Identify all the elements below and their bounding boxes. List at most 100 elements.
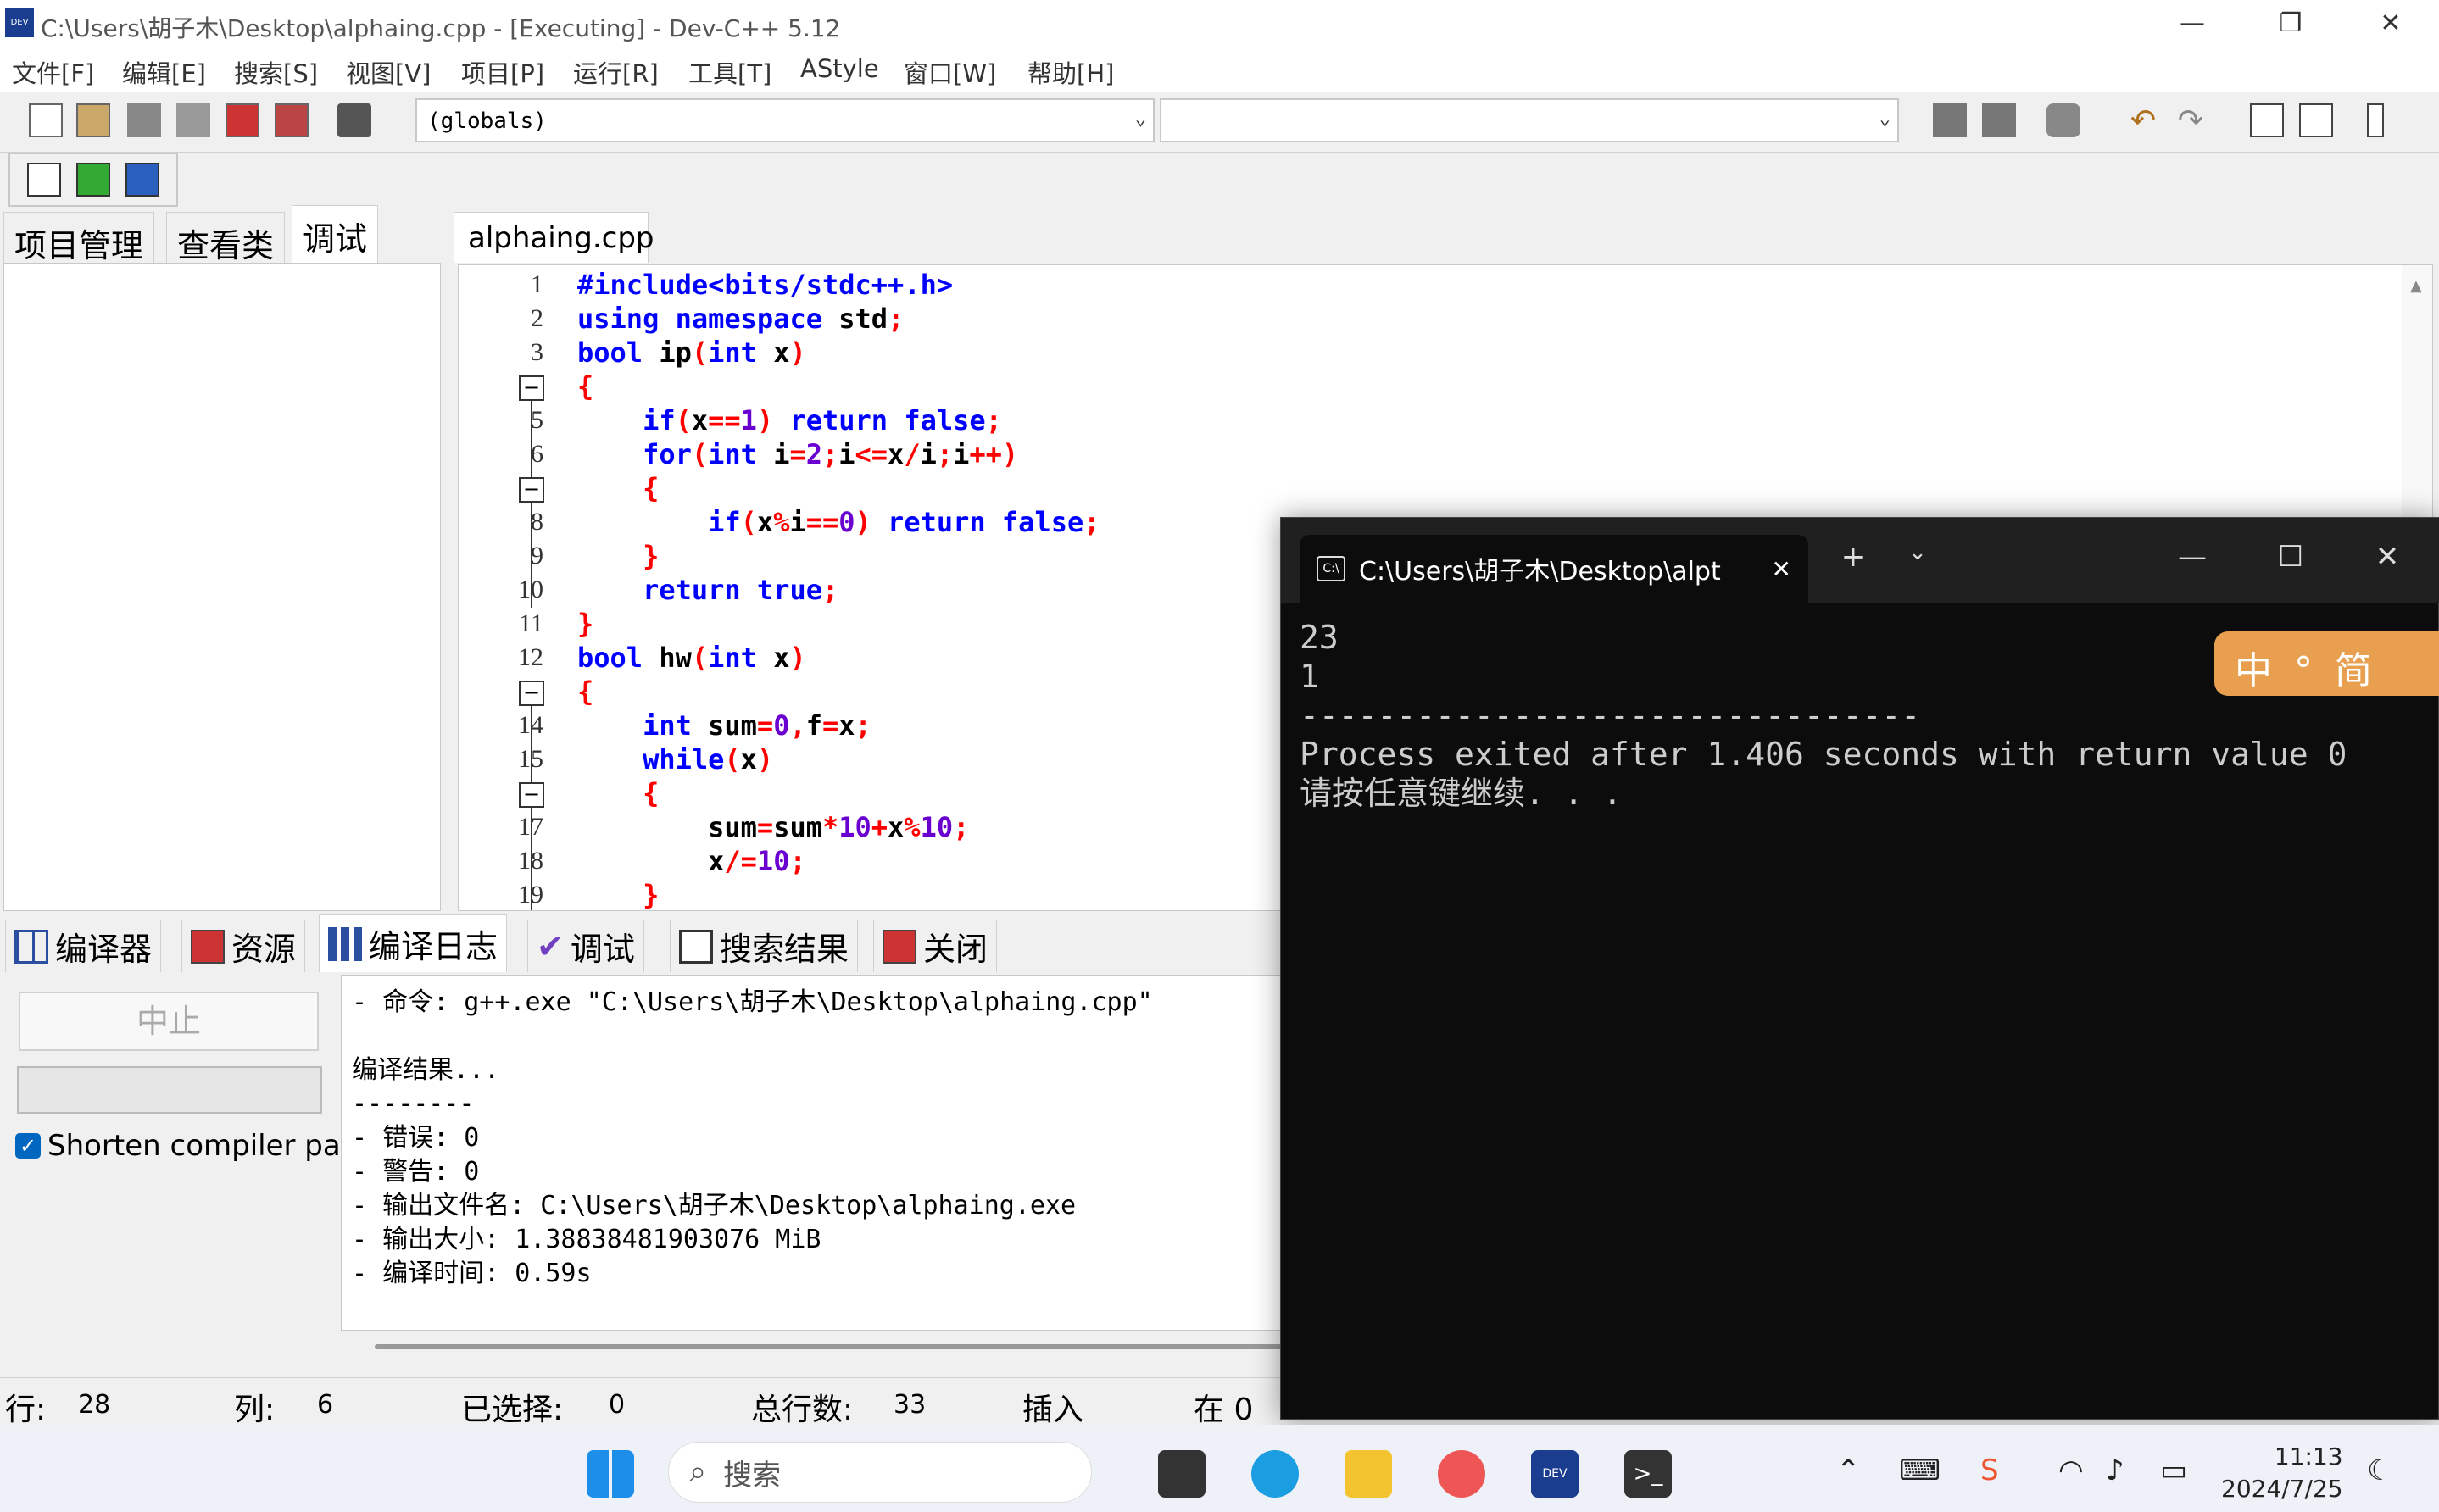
line-number: 14: [493, 711, 543, 740]
edge-icon[interactable]: [1251, 1450, 1299, 1498]
terminal-taskbar-icon[interactable]: >_: [1624, 1450, 1672, 1498]
indent-icon[interactable]: [2367, 103, 2384, 137]
stop-button[interactable]: 中止: [19, 992, 319, 1051]
file-explorer-icon[interactable]: [1345, 1450, 1392, 1498]
tab-debug[interactable]: 调试: [292, 205, 379, 263]
menu-bar: 文件[F] 编辑[E] 搜索[S] 视图[V] 项目[P] 运行[R] 工具[T…: [0, 49, 2439, 92]
terminal-minimize-icon[interactable]: —: [2171, 540, 2213, 574]
save-all-icon[interactable]: [176, 103, 210, 137]
wifi-icon[interactable]: ◠: [2058, 1454, 2084, 1487]
status-total-label: 总行数:: [751, 1392, 854, 1427]
keyboard-icon[interactable]: ⌨: [1899, 1454, 1941, 1487]
fold-toggle-icon[interactable]: −: [519, 477, 544, 503]
line-number: 19: [493, 881, 543, 909]
fold-toggle-icon[interactable]: −: [519, 782, 544, 808]
line-number: 17: [493, 813, 543, 842]
menu-view[interactable]: 视图[V]: [346, 54, 431, 90]
bar-chart-icon: [328, 926, 362, 961]
new-project-icon[interactable]: [27, 163, 61, 197]
menu-project[interactable]: 项目[P]: [461, 54, 544, 90]
bookmark-icon[interactable]: [1933, 103, 1967, 137]
scroll-up-icon[interactable]: ▲: [2410, 277, 2422, 295]
tab-debug-bottom[interactable]: ✔ 调试: [527, 920, 644, 972]
open-file-icon[interactable]: [76, 103, 110, 137]
fold-toggle-icon[interactable]: −: [519, 681, 544, 706]
save-icon[interactable]: [127, 103, 161, 137]
close-button[interactable]: ✕: [2365, 7, 2416, 41]
bookmark-next-icon[interactable]: [1982, 103, 2016, 137]
shorten-paths-checkbox[interactable]: ✓ Shorten compiler pat: [15, 1129, 352, 1163]
menu-window[interactable]: 窗口[W]: [904, 54, 996, 90]
devcpp-icon[interactable]: DEV: [1531, 1450, 1579, 1498]
menu-file[interactable]: 文件[F]: [12, 54, 94, 90]
search-icon: ⌕: [689, 1454, 707, 1489]
tab-compiler[interactable]: 编译器: [5, 920, 162, 972]
code-line: {: [643, 777, 660, 809]
status-row-value: 28: [78, 1390, 111, 1420]
code-line: if(x%i==0) return false;: [708, 506, 1100, 538]
status-row-label: 行:: [5, 1392, 47, 1427]
replace-icon[interactable]: [2299, 103, 2333, 137]
add-to-project-icon[interactable]: [76, 163, 110, 197]
undo-icon[interactable]: ↶: [2126, 103, 2160, 138]
terminal-maximize-icon[interactable]: ☐: [2269, 540, 2312, 574]
terminal-tab[interactable]: C:\ C:\Users\胡子木\Desktop\alpt ✕: [1300, 535, 1808, 603]
shorten-paths-label: Shorten compiler pat: [47, 1129, 353, 1163]
menu-run[interactable]: 运行[R]: [573, 54, 659, 90]
tab-file[interactable]: alphaing.cpp: [454, 212, 654, 263]
tab-resources[interactable]: 资源: [181, 920, 306, 972]
tab-debug-bottom-label: 调试: [570, 931, 635, 968]
search-results-icon: [679, 929, 713, 964]
task-view-icon[interactable]: [1158, 1450, 1206, 1498]
bottom-panel-tabs: 编译器 资源 编译日志 ✔ 调试 搜索结果 关闭: [0, 914, 1280, 972]
tab-classes[interactable]: 查看类: [166, 212, 286, 264]
menu-tools[interactable]: 工具[T]: [688, 54, 771, 90]
menu-search[interactable]: 搜索[S]: [234, 54, 318, 90]
find-icon[interactable]: [2250, 103, 2284, 137]
close-file-icon[interactable]: [226, 103, 259, 137]
volume-icon[interactable]: ♪: [2106, 1454, 2124, 1487]
close-tab-icon[interactable]: ✕: [1772, 555, 1791, 583]
remove-from-project-icon[interactable]: [125, 163, 159, 197]
sogou-icon[interactable]: S: [1980, 1454, 1999, 1487]
tab-resources-label: 资源: [231, 931, 297, 968]
symbol-select[interactable]: ⌄: [1160, 98, 1899, 142]
redo-icon[interactable]: ↷: [2174, 103, 2208, 138]
windows-start-icon[interactable]: [587, 1450, 634, 1498]
ime-indicator[interactable]: 中 ° 简: [2214, 631, 2439, 696]
minimize-button[interactable]: —: [2167, 7, 2218, 41]
new-file-icon[interactable]: [29, 103, 63, 137]
fold-toggle-icon[interactable]: −: [519, 375, 544, 401]
left-panel-tabs: 项目管理 查看类 调试: [0, 205, 441, 264]
system-clock[interactable]: 11:13 2024/7/25: [2221, 1441, 2343, 1505]
line-number: 10: [493, 575, 543, 604]
app-icon-game[interactable]: [1438, 1450, 1485, 1498]
checkbox-checked-icon[interactable]: ✓: [15, 1133, 41, 1159]
chevron-up-icon[interactable]: ⌃: [1836, 1454, 1861, 1487]
chevron-down-icon: ⌄: [1879, 108, 1891, 130]
terminal-close-icon[interactable]: ✕: [2366, 540, 2408, 574]
goto-line-icon[interactable]: [2046, 103, 2080, 137]
line-number: 6: [531, 440, 543, 468]
notification-icon[interactable]: ☾: [2367, 1454, 2392, 1487]
menu-edit[interactable]: 编辑[E]: [122, 54, 206, 90]
tab-project[interactable]: 项目管理: [3, 212, 155, 264]
print-icon[interactable]: [337, 103, 371, 137]
battery-icon[interactable]: ▭: [2160, 1454, 2187, 1487]
menu-help[interactable]: 帮助[H]: [1027, 54, 1114, 90]
tab-search-results[interactable]: 搜索结果: [670, 920, 859, 972]
tab-close[interactable]: 关闭: [873, 920, 998, 972]
grid-icon: [14, 929, 48, 964]
maximize-button[interactable]: ❐: [2265, 7, 2316, 41]
code-line: }: [643, 879, 660, 911]
new-tab-icon[interactable]: +: [1832, 540, 1874, 574]
scope-select[interactable]: (globals) ⌄: [415, 98, 1155, 142]
status-bar: 行: 28 列: 6 已选择: 0 总行数: 33 插入 在 0 秒: [0, 1377, 1280, 1471]
menu-astyle[interactable]: AStyle: [800, 54, 879, 83]
tab-compile-log[interactable]: 编译日志: [319, 914, 508, 972]
chevron-down-icon[interactable]: ⌄: [1896, 540, 1939, 565]
code-line: bool hw(int x): [577, 642, 806, 674]
taskbar-search[interactable]: ⌕ 搜索: [668, 1442, 1092, 1503]
close-all-icon[interactable]: [275, 103, 309, 137]
code-line: }: [577, 608, 594, 640]
